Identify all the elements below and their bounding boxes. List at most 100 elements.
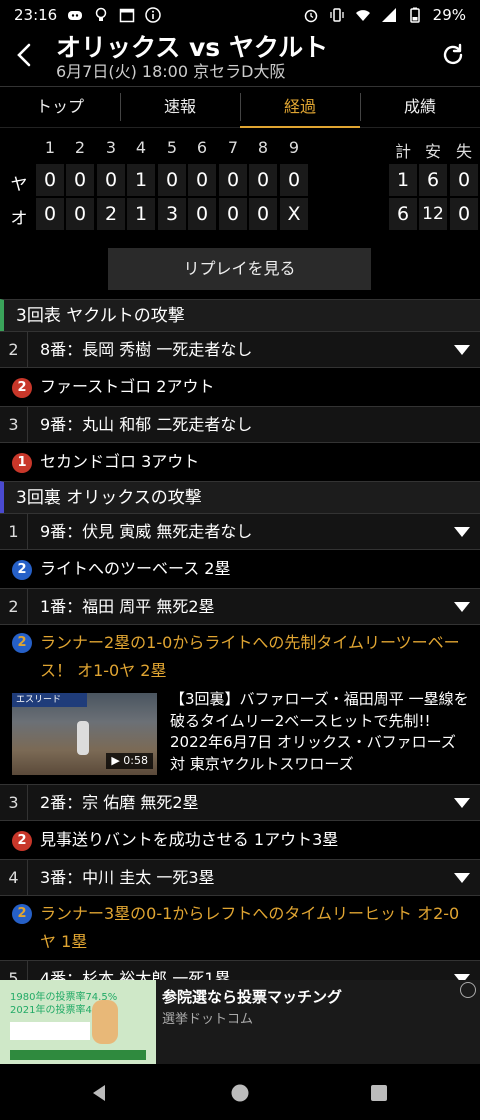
runs-cell: 1 [389, 164, 417, 196]
tab-live[interactable]: 速報 [120, 87, 240, 127]
errors-header: 失 [455, 142, 472, 161]
inning-header: 5 [166, 138, 178, 157]
nav-back-icon[interactable] [90, 1084, 108, 1106]
at-bat-row[interactable]: 1 9番：伏見 寅威 無死走者なし [0, 513, 480, 550]
highlight-video[interactable]: エスリード ▶ 0:58 【3回裏】バファローズ・福田周平 一塁線を破るタイムリ… [0, 689, 480, 784]
discord-icon [67, 7, 83, 23]
team-label-away: ヤ [10, 175, 28, 195]
calendar-icon [119, 7, 135, 23]
out-count-badge: 2 [12, 904, 32, 924]
score-cell: 0 [188, 198, 216, 230]
player-figure [77, 721, 89, 755]
errors-cell: 0 [450, 198, 478, 230]
hits-header: 安 [424, 142, 441, 161]
inning-header: 7 [227, 138, 239, 157]
score-cell: 0 [280, 164, 308, 196]
play-result: 2 見事送りバントを成功させる 1アウト3塁 [0, 821, 480, 859]
video-duration-text: 0:58 [123, 754, 148, 767]
ad-image-bar [10, 1050, 146, 1060]
runs-header: 計 [394, 142, 411, 161]
inning-header: 8 [257, 138, 269, 157]
expand-triangle-icon[interactable] [454, 602, 470, 612]
nav-home-icon[interactable] [231, 1084, 249, 1106]
at-bat-number: 3 [0, 407, 28, 442]
back-arrow-icon[interactable] [10, 40, 40, 70]
at-bat-row[interactable]: 2 8番：長岡 秀樹 一死走者なし [0, 331, 480, 368]
score-cell: 0 [219, 164, 247, 196]
play-result-text: ライトへのツーベース 2塁 [40, 559, 231, 578]
play-result: 1 セカンドゴロ 3アウト [0, 443, 480, 481]
play-result-text: 見事送りバントを成功させる 1アウト3塁 [40, 830, 339, 849]
play-result-highlight: 2 ランナー3塁の0-1からレフトへのタイムリーヒット オ2-0ヤ 1塁 [0, 896, 480, 960]
tab-top[interactable]: トップ [0, 87, 120, 127]
errors-cell: 0 [450, 164, 478, 196]
game-datetime: 6月7日(火) 18:00 京セラD大阪 [56, 62, 286, 81]
wifi-icon [355, 7, 371, 23]
scoreboard: 1 2 3 4 5 6 7 8 9 計 安 失 ヤ 0 0 0 1 0 0 0 … [0, 128, 480, 236]
expand-triangle-icon[interactable] [454, 798, 470, 808]
at-bat-number: 4 [0, 860, 28, 895]
ad-banner[interactable]: 1980年の投票率74.5% 2021年の投票率48.8% 参院選なら投票マッチ… [0, 980, 480, 1064]
play-result-text: セカンドゴロ 3アウト [40, 452, 200, 471]
out-count-badge: 2 [12, 831, 32, 851]
expand-triangle-icon[interactable] [454, 345, 470, 355]
inning-header: 6 [196, 138, 208, 157]
runs-cell: 6 [389, 198, 417, 230]
video-duration: ▶ 0:58 [106, 753, 153, 769]
stadium-sign: エスリード [12, 693, 87, 707]
at-bat-number: 2 [0, 589, 28, 624]
out-count-badge: 2 [12, 633, 32, 653]
at-bat-number: 3 [0, 785, 28, 820]
batter-label: 2番：宗 佑磨 無死2塁 [40, 793, 199, 812]
out-count-badge: 2 [12, 560, 32, 580]
score-cell: 2 [97, 198, 125, 230]
play-result-text: ファーストゴロ 2アウト [40, 377, 215, 396]
ad-image-box [10, 1022, 90, 1040]
batter-label: 8番：長岡 秀樹 一死走者なし [40, 340, 253, 359]
replay-button[interactable]: リプレイを見る [108, 248, 371, 290]
batter-label: 1番：福田 周平 無死2塁 [40, 597, 215, 616]
score-cell: 3 [158, 198, 186, 230]
inning-header: 4 [135, 138, 147, 157]
play-result-text: ランナー2塁の1-0からライトへの先制タイムリーツーベース！ オ1-0ヤ 2塁 [40, 633, 460, 680]
score-cell: 0 [97, 164, 125, 196]
signal-icon [381, 7, 397, 23]
at-bat-row[interactable]: 3 9番：丸山 和郁 二死走者なし [0, 406, 480, 443]
inning-header: 3 [105, 138, 117, 157]
tab-progress[interactable]: 経過 [240, 87, 360, 128]
ad-image-figure [92, 1000, 118, 1044]
expand-triangle-icon[interactable] [454, 873, 470, 883]
refresh-icon[interactable] [440, 42, 466, 68]
out-count-badge: 1 [12, 453, 32, 473]
score-cell: 1 [127, 164, 155, 196]
ad-info-icon[interactable] [460, 982, 476, 998]
status-bar: 23:16 29% [0, 0, 480, 30]
video-description[interactable]: 【3回裏】バファローズ・福田周平 一塁線を破るタイムリー2ベースヒットで先制!!… [170, 689, 470, 775]
at-bat-number: 1 [0, 514, 28, 549]
hits-cell: 6 [419, 164, 447, 196]
inning-header: 2 [74, 138, 86, 157]
battery-icon [407, 7, 423, 23]
score-cell: 1 [127, 198, 155, 230]
out-count-badge: 2 [12, 378, 32, 398]
play-result: 2 ファーストゴロ 2アウト [0, 368, 480, 406]
at-bat-row[interactable]: 3 2番：宗 佑磨 無死2塁 [0, 784, 480, 821]
at-bat-row[interactable]: 4 3番：中川 圭太 一死3塁 [0, 859, 480, 896]
ad-title[interactable]: 参院選なら投票マッチング [162, 986, 342, 1007]
play-by-play-list: 3回表 ヤクルトの攻撃 2 8番：長岡 秀樹 一死走者なし 2 ファーストゴロ … [0, 299, 480, 997]
at-bat-row[interactable]: 2 1番：福田 周平 無死2塁 [0, 588, 480, 625]
alarm-icon [303, 7, 319, 23]
hits-cell: 12 [419, 198, 447, 230]
inning-header: 1 [44, 138, 56, 157]
ad-image[interactable]: 1980年の投票率74.5% 2021年の投票率48.8% [0, 980, 156, 1064]
video-thumbnail[interactable]: エスリード ▶ 0:58 [12, 693, 157, 775]
nav-recents-icon[interactable] [370, 1084, 388, 1106]
score-cell: 0 [188, 164, 216, 196]
score-cell: 0 [66, 198, 94, 230]
tab-bar: トップ 速報 経過 成績 [0, 86, 480, 128]
batter-label: 9番：伏見 寅威 無死走者なし [40, 522, 253, 541]
inning-section-header: 3回裏 オリックスの攻撃 [0, 481, 480, 513]
tab-stats[interactable]: 成績 [360, 87, 480, 127]
expand-triangle-icon[interactable] [454, 527, 470, 537]
score-cell: 0 [66, 164, 94, 196]
